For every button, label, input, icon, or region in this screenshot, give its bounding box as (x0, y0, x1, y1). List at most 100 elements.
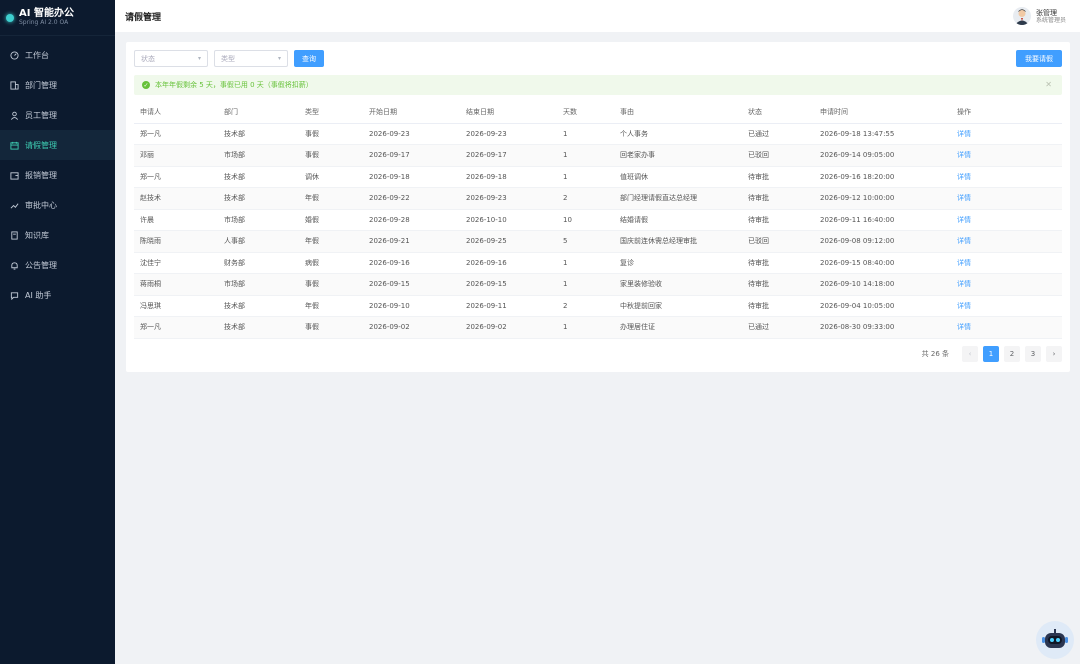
applicant-cell: 蒋雨桐 (134, 273, 218, 296)
days-cell: 2 (557, 187, 614, 210)
type-select[interactable]: 类型 ▾ (214, 50, 288, 67)
applied-at-cell: 2026-09-08 09:12:00 (814, 230, 951, 253)
ai-assistant-robot-icon[interactable] (1036, 621, 1074, 659)
start-date-cell: 2026-09-15 (363, 273, 460, 296)
menu-item-announcement[interactable]: 公告管理 (0, 250, 115, 280)
department-cell: 市场部 (218, 209, 299, 231)
start-date-cell: 2026-09-10 (363, 295, 460, 317)
start-date-cell: 2026-09-18 (363, 166, 460, 188)
department-cell: 技术部 (218, 187, 299, 210)
department-icon (10, 80, 19, 90)
status-select[interactable]: 状态 ▾ (134, 50, 208, 67)
department-cell: 技术部 (218, 166, 299, 188)
detail-link-cell[interactable]: 详情 (951, 273, 1062, 296)
column-header: 事由 (614, 102, 742, 124)
brand: AI 智能办公 Spring AI 2.0 OA (0, 0, 115, 36)
menu-item-ai-assistant[interactable]: AI 助手 (0, 280, 115, 310)
prev-page-button[interactable]: ‹ (962, 346, 978, 362)
end-date-cell: 2026-10-10 (460, 209, 557, 231)
page-button-1[interactable]: 1 (983, 346, 999, 362)
menu-item-expense[interactable]: 报销管理 (0, 160, 115, 190)
column-header: 申请人 (134, 102, 218, 124)
leave-type-cell: 婚假 (299, 209, 363, 231)
next-page-button[interactable]: › (1046, 346, 1062, 362)
detail-link-cell[interactable]: 详情 (951, 230, 1062, 253)
user-role: 系统管理员 (1035, 16, 1066, 24)
table-body: 郑一凡 技术部 事假 2026-09-23 2026-09-23 1 个人事务 已通过 2026… (134, 123, 1062, 339)
apply-leave-button[interactable]: 我要请假 (1016, 50, 1062, 67)
leave-type-cell: 病假 (299, 252, 363, 274)
table-row: 沈佳宁 财务部 病假 2026-09-16 2026-09-16 1 复诊 待审批 2026-0… (134, 252, 1062, 274)
detail-link-cell[interactable]: 详情 (951, 316, 1062, 339)
chevron-down-icon: ▾ (277, 55, 281, 62)
detail-link-cell[interactable]: 详情 (951, 166, 1062, 188)
applicant-cell: 赵技术 (134, 187, 218, 210)
menu-item-leave[interactable]: 请假管理 (0, 130, 115, 160)
menu-item-dashboard[interactable]: 工作台 (0, 40, 115, 70)
page-button-3[interactable]: 3 (1025, 346, 1041, 362)
column-header: 状态 (742, 102, 814, 124)
menu-item-label: 部门管理 (25, 80, 57, 90)
detail-link-cell[interactable]: 详情 (951, 123, 1062, 145)
menu-item-label: 员工管理 (25, 110, 57, 120)
start-date-cell: 2026-09-28 (363, 209, 460, 231)
close-icon[interactable]: ✕ (1045, 80, 1052, 89)
start-date-cell: 2026-09-23 (363, 123, 460, 145)
column-header: 天数 (557, 102, 614, 124)
leave-type-cell: 调休 (299, 166, 363, 188)
brand-subtitle: Spring AI 2.0 OA (19, 19, 69, 26)
menu-item-label: 报销管理 (25, 170, 57, 180)
menu-item-label: 审批中心 (25, 200, 57, 210)
detail-link-cell[interactable]: 详情 (951, 295, 1062, 317)
applicant-cell: 冯思琪 (134, 295, 218, 317)
days-cell: 2 (557, 295, 614, 317)
end-date-cell: 2026-09-17 (460, 144, 557, 167)
table-row: 赵技术 技术部 年假 2026-09-22 2026-09-23 2 部门经理请假直达总经理… (134, 187, 1062, 210)
detail-link-cell[interactable]: 详情 (951, 187, 1062, 210)
days-cell: 10 (557, 209, 614, 231)
detail-link-cell[interactable]: 详情 (951, 252, 1062, 274)
leave-list-card: 状态 ▾ 类型 ▾ 查询 我要请假 ✓ 本年年假剩余 5 天，事假已用 0 天（… (126, 42, 1070, 372)
brand-title: AI 智能办公 (19, 8, 74, 19)
end-date-cell: 2026-09-25 (460, 230, 557, 253)
leave-type-cell: 事假 (299, 273, 363, 296)
column-header: 部门 (218, 102, 299, 124)
applied-at-cell: 2026-09-11 16:40:00 (814, 209, 951, 231)
reason-cell: 国庆前连休需总经理审批 (614, 230, 742, 253)
reason-cell: 中秋提前回家 (614, 295, 742, 317)
reason-cell: 值班调休 (614, 166, 742, 188)
menu-item-department[interactable]: 部门管理 (0, 70, 115, 100)
status-cell: 待审批 (742, 187, 814, 210)
page-title: 请假管理 (125, 12, 162, 23)
user-profile[interactable]: 张管理 系统管理员 (1012, 7, 1066, 25)
menu-item-employee[interactable]: 员工管理 (0, 100, 115, 130)
days-cell: 1 (557, 273, 614, 296)
start-date-cell: 2026-09-21 (363, 230, 460, 253)
applicant-cell: 沈佳宁 (134, 252, 218, 274)
column-header: 操作 (951, 102, 1062, 124)
menu-item-label: AI 助手 (25, 290, 52, 300)
menu-item-knowledge[interactable]: 知识库 (0, 220, 115, 250)
menu-item-approval[interactable]: 审批中心 (0, 190, 115, 220)
sidebar: AI 智能办公 Spring AI 2.0 OA 工作台 部门管理 员工管理 请… (0, 0, 115, 664)
bell-icon (10, 261, 19, 270)
applied-at-cell: 2026-08-30 09:33:00 (814, 316, 951, 339)
leave-balance-alert: ✓ 本年年假剩余 5 天，事假已用 0 天（事假将扣薪） ✕ (134, 75, 1062, 95)
department-cell: 人事部 (218, 230, 299, 253)
start-date-cell: 2026-09-02 (363, 316, 460, 339)
applicant-cell: 郑一凡 (134, 316, 218, 339)
detail-link-cell[interactable]: 详情 (951, 209, 1062, 231)
status-cell: 待审批 (742, 166, 814, 188)
applied-at-cell: 2026-09-12 10:00:00 (814, 187, 951, 210)
department-cell: 财务部 (218, 252, 299, 274)
detail-link-cell[interactable]: 详情 (951, 144, 1062, 167)
reason-cell: 个人事务 (614, 123, 742, 145)
department-cell: 市场部 (218, 144, 299, 167)
column-header: 申请时间 (814, 102, 951, 124)
column-header: 开始日期 (363, 102, 460, 124)
days-cell: 1 (557, 252, 614, 274)
query-button[interactable]: 查询 (294, 50, 324, 67)
page-button-2[interactable]: 2 (1004, 346, 1020, 362)
reason-cell: 复诊 (614, 252, 742, 274)
end-date-cell: 2026-09-23 (460, 123, 557, 145)
